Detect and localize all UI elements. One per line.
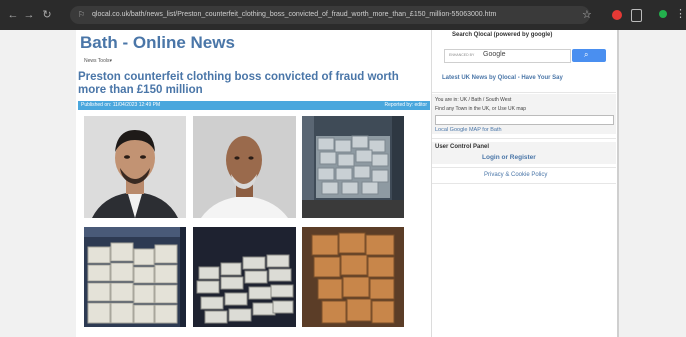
profile-icon[interactable] xyxy=(659,10,667,18)
search-heading: Search Qlocal (powered by google) xyxy=(452,32,553,38)
site-info-icon[interactable]: ⚐ xyxy=(78,10,86,20)
location-breadcrumb[interactable]: You are in: UK / Bath / South West xyxy=(435,97,511,103)
search-icon: ⌕ xyxy=(584,50,589,59)
reported-by: Reported by: editor xyxy=(384,102,427,108)
latest-news-link[interactable]: Latest UK News by Qlocal - Have Your Say xyxy=(442,75,563,81)
photo-container-boxes[interactable] xyxy=(84,227,186,327)
find-town-text[interactable]: Find any Town in the UK, or Use UK map xyxy=(435,106,526,112)
extension-red-icon[interactable] xyxy=(612,10,622,20)
article-headline: Preston counterfeit clothing boss convic… xyxy=(78,71,399,96)
photo-cardboard-boxes[interactable] xyxy=(302,227,404,327)
divider xyxy=(432,183,616,184)
privacy-link[interactable]: Privacy & Cookie Policy xyxy=(484,172,547,178)
menu-kebab-icon[interactable]: ⋮ xyxy=(675,7,686,20)
browser-toolbar: ← → ↻ ⚐ qlocal.co.uk/bath/news_list/Pres… xyxy=(0,0,686,30)
search-enhanced-label: ENHANCED BY xyxy=(449,53,475,57)
divider xyxy=(432,92,616,93)
address-url[interactable]: qlocal.co.uk/bath/news_list/Preston_coun… xyxy=(92,6,572,24)
news-tools-menu[interactable]: News Tools▾ xyxy=(84,58,112,64)
search-button[interactable]: ⌕ xyxy=(572,49,606,62)
photo-suspect-suit[interactable] xyxy=(84,116,186,218)
photo-container-packages[interactable] xyxy=(302,116,404,218)
divider xyxy=(432,138,616,139)
search-input[interactable]: ENHANCED BY Google xyxy=(444,49,571,63)
photo-suspect-mugshot[interactable] xyxy=(193,116,296,218)
bookmark-star-icon[interactable]: ☆ xyxy=(582,8,592,21)
reload-icon[interactable]: ↻ xyxy=(40,8,54,22)
ucp-title: User Control Panel xyxy=(435,144,490,150)
published-date: Published on: 11/04/2023 12:49 PM xyxy=(81,102,161,108)
google-map-link[interactable]: Local Google MAP for Bath xyxy=(435,127,502,133)
divider xyxy=(432,167,616,168)
article-meta-bar: Published on: 11/04/2023 12:49 PM Report… xyxy=(78,101,430,110)
login-register-link[interactable]: Login or Register xyxy=(482,154,536,161)
photo-stacked-bundles[interactable] xyxy=(193,227,296,327)
town-search-input[interactable] xyxy=(435,115,614,125)
site-title[interactable]: Bath - Online News xyxy=(80,33,235,53)
extension-icon[interactable] xyxy=(631,9,642,22)
back-icon[interactable]: ← xyxy=(6,8,20,22)
google-logo: Google xyxy=(483,51,506,58)
forward-icon[interactable]: → xyxy=(22,8,36,22)
address-bar[interactable]: ⚐ qlocal.co.uk/bath/news_list/Preston_co… xyxy=(70,6,590,24)
